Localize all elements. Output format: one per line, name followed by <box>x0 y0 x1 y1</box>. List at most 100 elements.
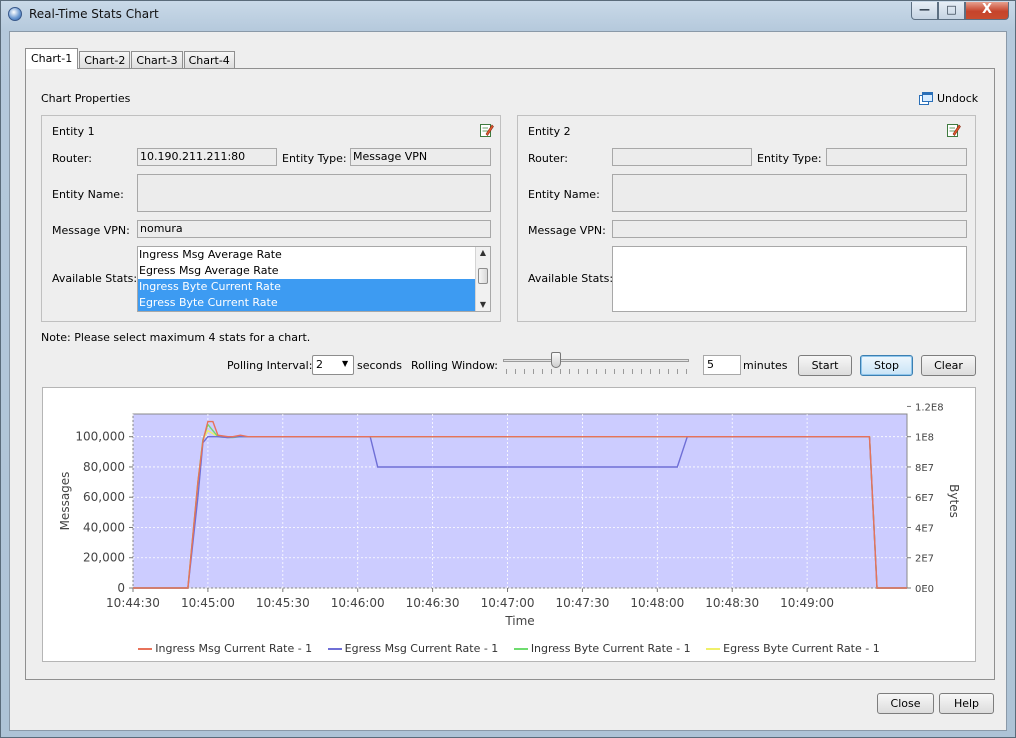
x-tick-label: 10:47:00 <box>481 596 535 610</box>
slider-tick <box>614 369 615 374</box>
message-vpn-field[interactable]: nomura <box>137 220 491 238</box>
tab-chart-3[interactable]: Chart-3 <box>131 51 183 69</box>
y2-tick-label: 1.2E8 <box>915 402 944 413</box>
maximize-icon: □ <box>946 3 957 16</box>
plot-area <box>132 413 908 589</box>
legend-item-3: Ingress Byte Current Rate - 1 <box>513 642 691 655</box>
available-stats-list[interactable] <box>612 246 967 312</box>
x-tick-label: 10:46:30 <box>406 596 460 610</box>
slider-tick <box>650 369 651 374</box>
router-label: Router: <box>52 152 92 165</box>
close-window-button[interactable]: X <box>965 2 1009 20</box>
entity-type-field[interactable]: Message VPN <box>350 148 491 166</box>
entity-name-label: Entity Name: <box>52 188 124 201</box>
minimize-button[interactable]: — <box>911 2 938 20</box>
slider-tick <box>587 369 588 374</box>
x-axis-label: Time <box>504 614 534 628</box>
y2-tick-label: 4E7 <box>915 523 934 534</box>
slider-tick <box>668 369 669 374</box>
tab-panel: Chart Properties Undock Entity 1 Router:… <box>25 68 995 680</box>
minutes-label: minutes <box>743 359 788 372</box>
edit-entity-2-icon[interactable] <box>947 123 961 137</box>
legend-item-1: Ingress Msg Current Rate - 1 <box>138 642 312 655</box>
y-tick-label: 40,000 <box>83 520 125 534</box>
entity-2-panel: Entity 2 Router: Entity Type: Entity Nam… <box>517 115 976 322</box>
chart-tabs: Chart-1 Chart-2 Chart-3 Chart-4 <box>25 48 236 69</box>
close-button[interactable]: Close <box>877 693 934 714</box>
message-vpn-field[interactable] <box>612 220 967 238</box>
undock-icon <box>919 92 933 105</box>
legend-swatch <box>706 648 721 650</box>
chevron-down-icon: ▼ <box>342 359 349 368</box>
slider-tick <box>605 369 606 374</box>
seconds-label: seconds <box>357 359 402 372</box>
scroll-up-icon[interactable]: ▲ <box>476 247 490 259</box>
legend-item-4: Egress Byte Current Rate - 1 <box>706 642 880 655</box>
router-label: Router: <box>528 152 568 165</box>
entity-type-field[interactable] <box>826 148 967 166</box>
x-tick-label: 10:48:30 <box>705 596 759 610</box>
stats-scrollbar[interactable]: ▲ ▼ <box>475 247 490 311</box>
legend-label: Egress Byte Current Rate - 1 <box>723 642 880 655</box>
legend-swatch <box>327 648 342 650</box>
list-item[interactable]: Egress Msg Average Rate <box>138 263 490 279</box>
polling-interval-select[interactable]: 2 ▼ <box>312 355 354 375</box>
scroll-down-icon[interactable]: ▼ <box>476 299 490 311</box>
slider-tick <box>515 369 516 374</box>
rolling-window-slider[interactable] <box>503 350 691 378</box>
entity-name-field[interactable] <box>612 174 967 212</box>
router-field[interactable]: 10.190.211.211:80 <box>137 148 277 166</box>
y2-tick-label: 0E0 <box>915 584 934 595</box>
clear-button[interactable]: Clear <box>921 355 976 376</box>
globe-icon <box>8 7 22 21</box>
available-stats-list[interactable]: Ingress Msg Average Rate Egress Msg Aver… <box>137 246 491 312</box>
maximize-button[interactable]: □ <box>938 2 965 20</box>
list-item[interactable]: Egress Byte Current Rate <box>138 295 490 311</box>
x-tick-label: 10:45:30 <box>256 596 310 610</box>
x-tick-label: 10:47:30 <box>555 596 609 610</box>
window-title: Real-Time Stats Chart <box>29 7 159 21</box>
scroll-thumb[interactable] <box>478 268 488 284</box>
slider-tick <box>524 369 525 374</box>
slider-tick <box>533 369 534 374</box>
x-tick-label: 10:48:00 <box>630 596 684 610</box>
stop-button[interactable]: Stop <box>860 355 913 376</box>
y2-tick-label: 8E7 <box>915 463 934 474</box>
slider-tick <box>542 369 543 374</box>
slider-track <box>503 359 689 362</box>
slider-tick <box>677 369 678 374</box>
list-item[interactable]: Ingress Msg Average Rate <box>138 247 490 263</box>
polling-interval-label: Polling Interval: <box>227 359 313 372</box>
legend-label: Egress Msg Current Rate - 1 <box>344 642 499 655</box>
available-stats-label: Available Stats: <box>528 272 614 285</box>
slider-thumb[interactable] <box>550 352 561 368</box>
y2-axis-label: Bytes <box>947 484 961 518</box>
slider-tick <box>596 369 597 374</box>
tab-chart-2[interactable]: Chart-2 <box>79 51 131 69</box>
available-stats-label: Available Stats: <box>52 272 138 285</box>
start-button[interactable]: Start <box>798 355 852 376</box>
entity-1-title: Entity 1 <box>52 125 95 138</box>
message-vpn-label: Message VPN: <box>52 224 130 237</box>
tab-chart-4[interactable]: Chart-4 <box>183 51 235 69</box>
entity-1-panel: Entity 1 Router: 10.190.211.211:80 Entit… <box>41 115 501 322</box>
minimize-icon: — <box>919 3 930 16</box>
legend-swatch <box>513 648 528 650</box>
list-item[interactable]: Ingress Byte Current Rate <box>138 279 490 295</box>
router-field[interactable] <box>612 148 752 166</box>
x-tick-label: 10:46:00 <box>331 596 385 610</box>
rolling-window-field[interactable]: 5 <box>703 355 741 375</box>
edit-entity-1-icon[interactable] <box>480 123 494 137</box>
window-controls: — □ X <box>911 2 1009 20</box>
y-tick-label: 80,000 <box>83 460 125 474</box>
app-window: Real-Time Stats Chart — □ X Chart-1 Char… <box>0 0 1016 738</box>
tab-chart-1[interactable]: Chart-1 <box>25 48 79 69</box>
x-tick-label: 10:44:30 <box>106 596 160 610</box>
slider-tick <box>551 369 552 374</box>
slider-tick <box>569 369 570 374</box>
x-tick-label: 10:45:00 <box>181 596 235 610</box>
y-axis-label: Messages <box>58 472 72 531</box>
entity-name-field[interactable] <box>137 174 491 212</box>
chart-properties-heading: Chart Properties <box>41 92 131 105</box>
help-button[interactable]: Help <box>939 693 994 714</box>
